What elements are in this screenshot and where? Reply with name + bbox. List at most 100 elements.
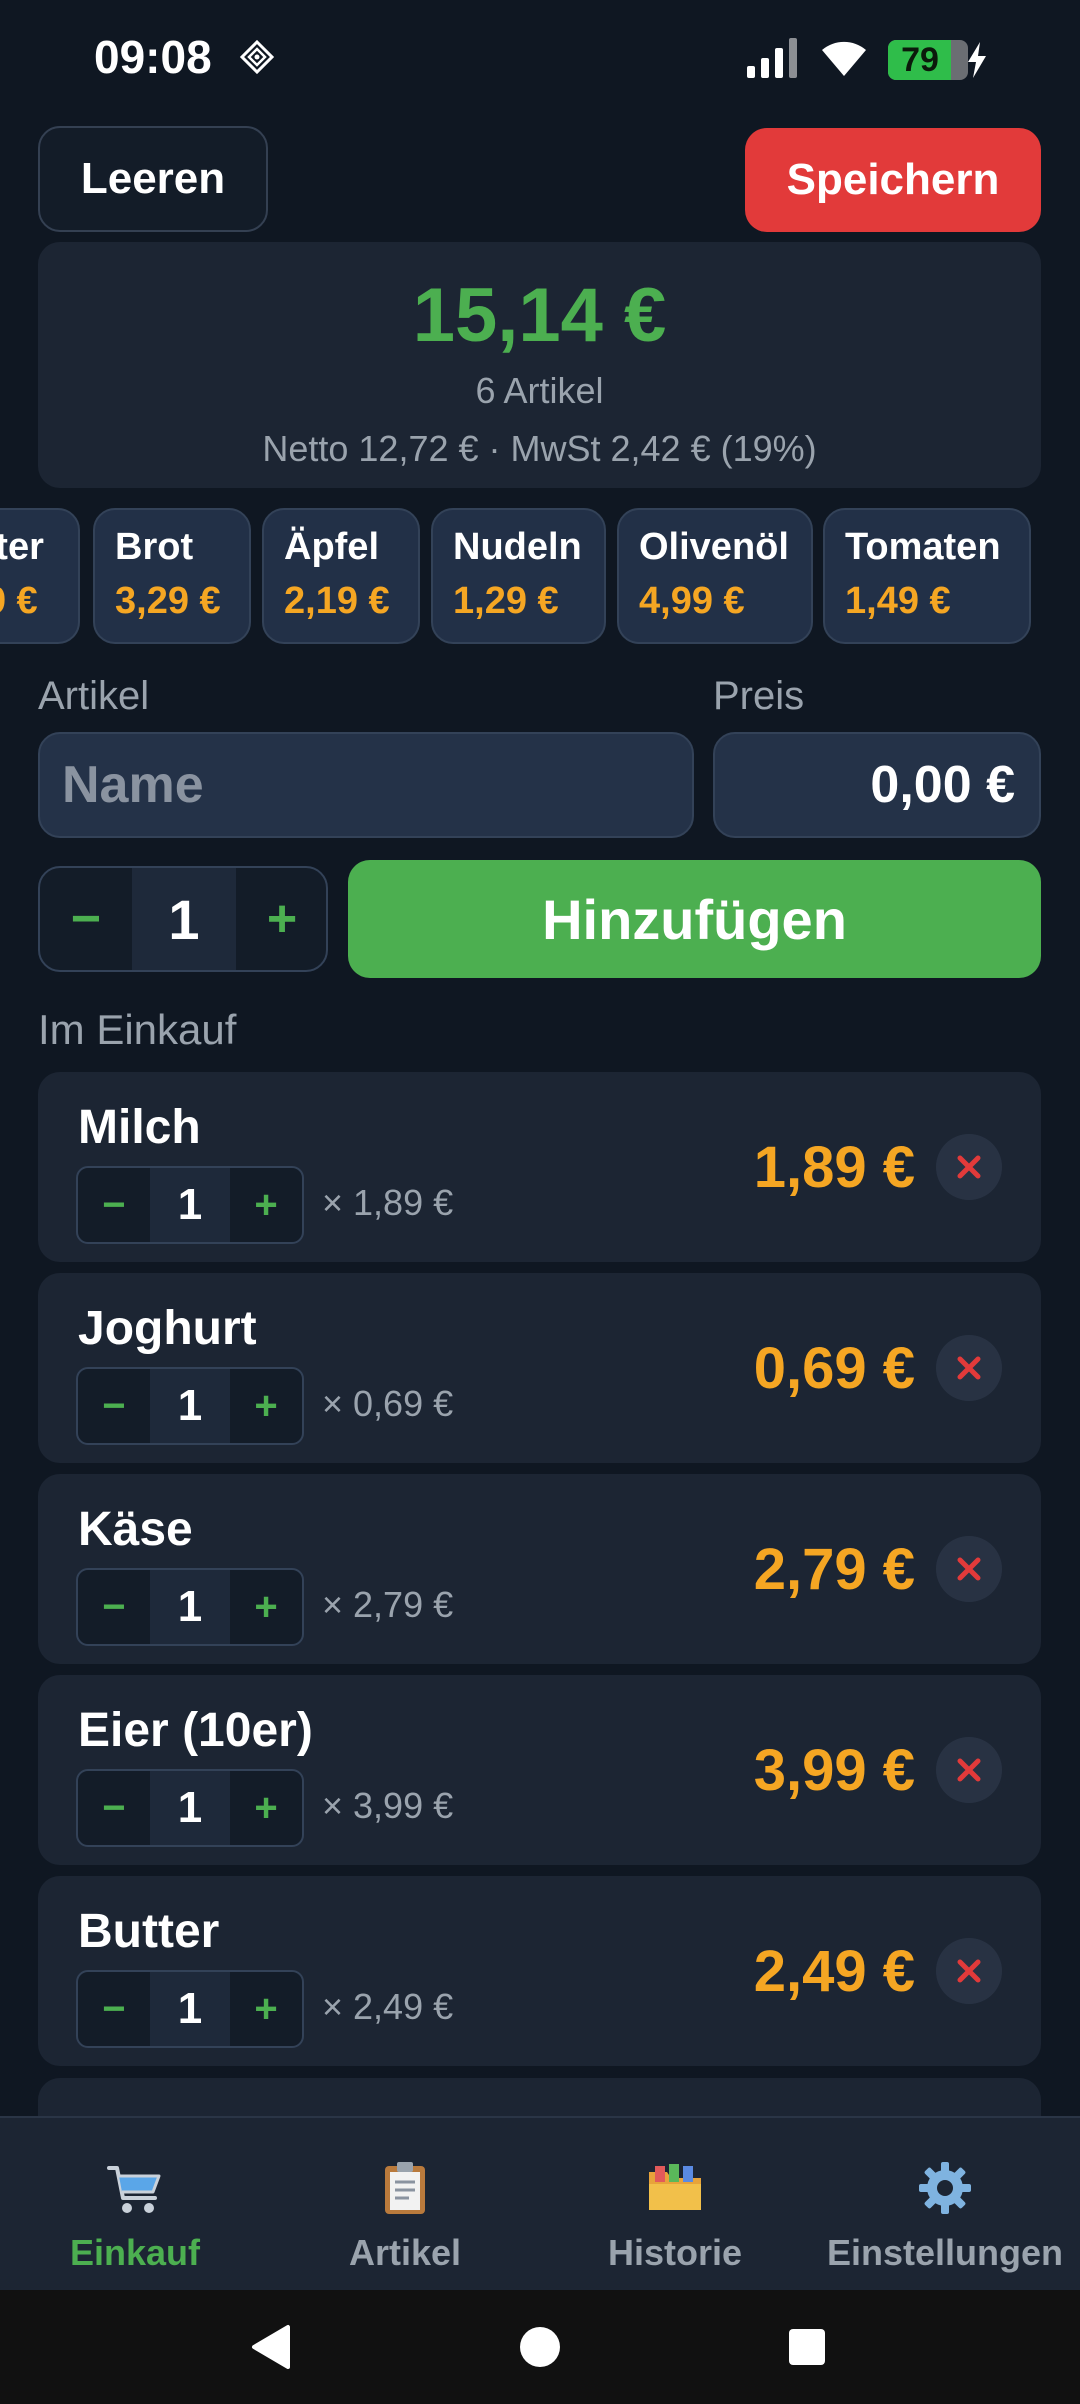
delete-icon[interactable] [936, 1536, 1002, 1602]
diamond-icon [240, 40, 274, 74]
chip-name: Butter [0, 526, 44, 568]
quantity-value: 1 [132, 868, 236, 970]
price-label: Preis [713, 674, 805, 718]
cart-item: Eier (10er) − 1 + × 3,99 € 3,99 € [38, 1675, 1041, 1865]
cart-item-quantity: 1 [150, 1972, 230, 2046]
summary-card: 15,14 € 6 Artikel Netto 12,72 € · MwSt 2… [38, 242, 1041, 488]
chip-price: 2,49 € [0, 580, 38, 622]
cart-item-unit-price: × 2,79 € [322, 1584, 454, 1625]
chip-price: 1,49 € [845, 580, 951, 622]
cart-icon [107, 2166, 161, 2213]
nav-label: Historie [607, 2232, 743, 2273]
battery-icon: 79 [888, 40, 968, 80]
charging-bolt-icon [968, 42, 986, 78]
nav-label: Artikel [348, 2232, 462, 2273]
cart-item-total: 2,49 € [753, 1939, 915, 2004]
quick-item-chip[interactable]: Tomaten 1,49 € [823, 508, 1031, 644]
quantity-increment-button[interactable]: + [236, 868, 326, 970]
cart-item-total: 3,99 € [753, 1738, 915, 1803]
nav-tab-artikel[interactable]: Artikel [270, 2118, 540, 2292]
recents-icon[interactable] [774, 2314, 840, 2380]
cart-item-increment-button[interactable]: + [230, 1369, 302, 1443]
cart-item-increment-button[interactable]: + [230, 1168, 302, 1242]
cart-item-stepper: − 1 + [76, 1166, 304, 1244]
quick-item-chips: Butter 2,49 € Brot 3,29 € Äpfel 2,19 € N… [0, 508, 1080, 646]
nav-label: Einstellungen [826, 2232, 1064, 2273]
cart-item-name: Milch [78, 1101, 201, 1154]
cart-item-increment-button[interactable]: + [230, 1972, 302, 2046]
cart-item-unit-price: × 2,49 € [322, 1986, 454, 2027]
bottom-nav: Einkauf Artikel Historie Einstellungen [0, 2116, 1080, 2290]
quick-item-chip[interactable]: Olivenöl 4,99 € [617, 508, 813, 644]
cart-item-stepper: − 1 + [76, 1970, 304, 2048]
add-button[interactable]: Hinzufügen [348, 860, 1041, 978]
nav-tab-historie[interactable]: Historie [540, 2118, 810, 2292]
quick-item-chip[interactable]: Nudeln 1,29 € [431, 508, 606, 644]
cart-item-decrement-button[interactable]: − [78, 1972, 150, 2046]
cart-item-increment-button[interactable]: + [230, 1771, 302, 1845]
folder-icon [649, 2164, 701, 2210]
cart-item-name: Käse [78, 1503, 193, 1556]
cart-item-unit-price: × 0,69 € [322, 1383, 454, 1424]
cart-item: Butter − 1 + × 2,49 € 2,49 € [38, 1876, 1041, 2066]
item-count: 6 Artikel [475, 370, 604, 411]
save-button[interactable]: Speichern [745, 128, 1041, 232]
chip-price: 1,29 € [453, 580, 559, 622]
cart-item-name: Eier (10er) [78, 1704, 313, 1757]
nav-tab-einstellungen[interactable]: Einstellungen [810, 2118, 1080, 2292]
delete-icon[interactable] [936, 1335, 1002, 1401]
total-amount: 15,14 € [412, 273, 667, 358]
quick-item-chip[interactable]: Äpfel 2,19 € [262, 508, 420, 644]
system-nav-bar [0, 2290, 1080, 2404]
chip-price: 2,19 € [284, 580, 390, 622]
cart-item-stepper: − 1 + [76, 1769, 304, 1847]
cart-item-name: Joghurt [78, 1302, 257, 1355]
quantity-stepper: − 1 + [38, 866, 328, 972]
cart-item-quantity: 1 [150, 1168, 230, 1242]
tax-breakdown: Netto 12,72 € · MwSt 2,42 € (19%) [262, 428, 817, 469]
home-icon[interactable] [507, 2314, 573, 2380]
cart-item-total: 1,89 € [753, 1135, 915, 1200]
clear-button[interactable]: Leeren [38, 126, 268, 232]
nav-label: Einkauf [69, 2232, 201, 2273]
cart-item-decrement-button[interactable]: − [78, 1570, 150, 1644]
chip-name: Tomaten [845, 526, 1001, 568]
chip-name: Olivenöl [639, 526, 789, 568]
back-icon[interactable] [238, 2314, 304, 2380]
cart-item-quantity: 1 [150, 1369, 230, 1443]
quick-item-chip[interactable]: Brot 3,29 € [93, 508, 251, 644]
cart-item: Joghurt − 1 + × 0,69 € 0,69 € [38, 1273, 1041, 1463]
delete-icon[interactable] [936, 1938, 1002, 2004]
cart-item-decrement-button[interactable]: − [78, 1771, 150, 1845]
cart-item: Käse − 1 + × 2,79 € 2,79 € [38, 1474, 1041, 1664]
chip-name: Nudeln [453, 526, 582, 568]
delete-icon[interactable] [936, 1134, 1002, 1200]
quantity-decrement-button[interactable]: − [40, 868, 132, 970]
price-input[interactable] [713, 732, 1041, 838]
cart-item-unit-price: × 3,99 € [322, 1785, 454, 1826]
cart-item-quantity: 1 [150, 1570, 230, 1644]
cart-item-decrement-button[interactable]: − [78, 1369, 150, 1443]
signal-icon [747, 38, 797, 78]
nav-tab-einkauf[interactable]: Einkauf [0, 2118, 270, 2292]
status-bar: 09:08 79 [0, 0, 1080, 120]
battery-percent: 79 [901, 41, 939, 79]
clipboard-icon [385, 2162, 425, 2214]
quick-item-chip[interactable]: Butter 2,49 € [0, 508, 80, 644]
cart-section-title: Im Einkauf [38, 1006, 237, 1053]
cart-item-decrement-button[interactable]: − [78, 1168, 150, 1242]
article-label: Artikel [38, 674, 150, 718]
cart-item-increment-button[interactable]: + [230, 1570, 302, 1644]
chip-name: Brot [115, 526, 194, 568]
cart-item-total: 0,69 € [753, 1336, 915, 1401]
status-time: 09:08 [94, 31, 212, 83]
cart-item-total: 2,79 € [753, 1537, 915, 1602]
wifi-icon [822, 41, 866, 76]
cart-item-name: Butter [78, 1905, 220, 1958]
delete-icon[interactable] [936, 1737, 1002, 1803]
chip-name: Äpfel [284, 526, 379, 568]
gear-icon [919, 2162, 971, 2214]
chip-price: 3,29 € [115, 580, 221, 622]
cart-item-stepper: − 1 + [76, 1367, 304, 1445]
name-input[interactable] [38, 732, 694, 838]
